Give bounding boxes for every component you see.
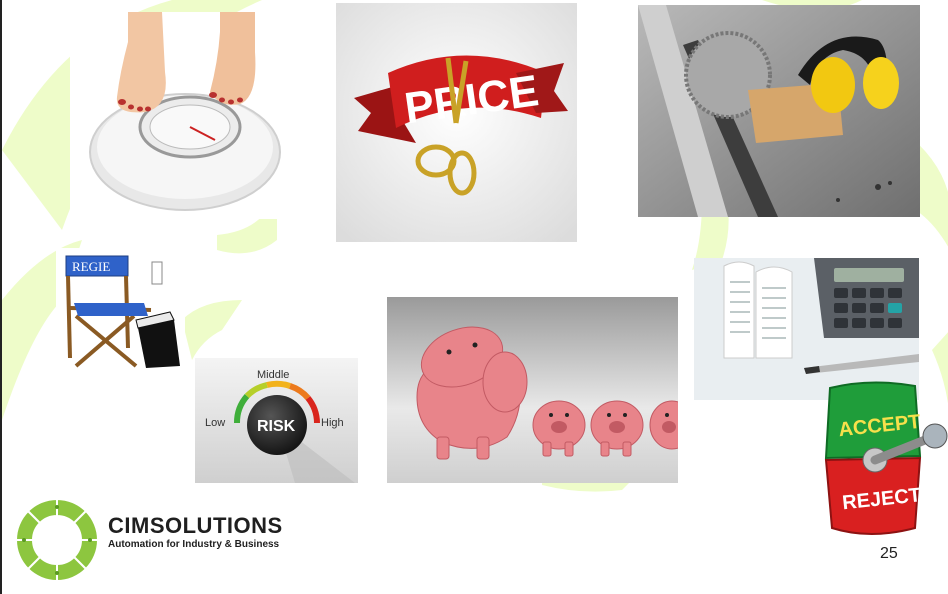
logo-name: CIMSOLUTIONS [108,513,283,538]
page-number: 25 [880,545,898,562]
slide: PRICE REGIE RISK Low Middle High ACCEPT … [0,0,948,594]
accept-reject-switch-icon: ACCEPT REJECT [824,381,948,535]
bathroom-scale-image [70,12,288,219]
risk-high-label: High [321,417,344,429]
director-chair-icon: REGIE [56,248,185,376]
cimsolutions-logo [14,497,100,583]
risk-center-label: RISK [257,418,296,435]
price-cut-image: PRICE [336,3,577,242]
price-cut-icon: PRICE [336,3,577,242]
accept-reject-image: ACCEPT REJECT [820,378,948,543]
risk-middle-label: Middle [257,369,289,381]
director-chair-image: REGIE [56,248,185,376]
bathroom-scale-icon [70,12,288,219]
regie-label: REGIE [72,259,110,274]
cimsolutions-ring-icon [14,497,100,583]
risk-low-label: Low [205,417,225,429]
risk-dial-icon: RISK Low Middle High [195,358,358,483]
piggy-banks-icon [387,297,678,483]
table-saw-earmuffs-icon [638,5,920,217]
logo-tagline: Automation for Industry & Business [108,539,280,550]
logo-text: CIMSOLUTIONS Automation for Industry & B… [108,514,283,551]
table-saw-image [638,5,920,217]
risk-dial-image: RISK Low Middle High [195,358,358,483]
piggy-banks-image [387,297,678,483]
